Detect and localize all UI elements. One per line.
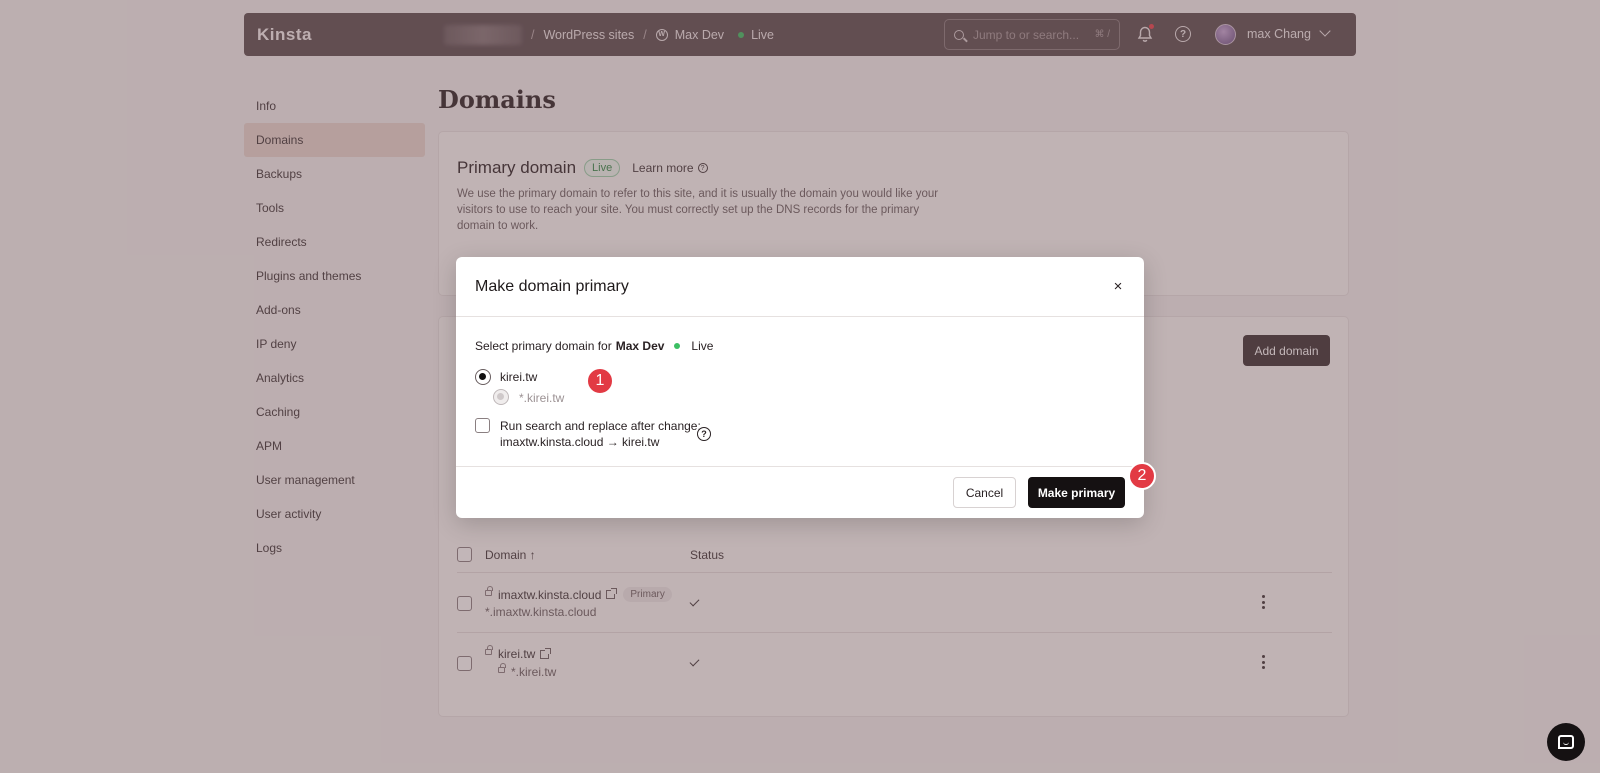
make-primary-modal: Make domain primary × Select primary dom… (456, 257, 1144, 518)
radio-wildcard-kirei-tw (493, 389, 509, 405)
radio-label-kirei-tw[interactable]: kirei.tw (500, 370, 537, 384)
step-badge-2: 2 (1128, 462, 1156, 490)
step-badge-1: 1 (586, 367, 614, 395)
chat-icon (1558, 735, 1574, 749)
modal-body: Select primary domain for Max Dev Live k… (456, 317, 1144, 467)
radio-kirei-tw[interactable] (475, 369, 491, 385)
radio-label-wildcard: *.kirei.tw (519, 391, 565, 405)
close-icon[interactable]: × (1108, 276, 1128, 296)
chat-launcher[interactable] (1547, 723, 1585, 761)
select-prefix: Select primary domain for (475, 339, 612, 353)
modal-header: Make domain primary × (456, 257, 1144, 317)
search-replace-detail: imaxtw.kinsta.cloud → kirei.tw (500, 435, 660, 449)
live-status-dot (674, 343, 681, 349)
cancel-button[interactable]: Cancel (953, 477, 1016, 508)
search-replace-title: Run search and replace after change: (500, 419, 701, 433)
modal-footer: Cancel Make primary (456, 467, 1144, 517)
search-replace-checkbox[interactable] (475, 418, 490, 433)
select-env: Live (691, 339, 714, 353)
make-primary-button[interactable]: Make primary (1028, 477, 1125, 508)
help-icon[interactable]: ? (697, 427, 711, 441)
select-site-name: Max Dev (615, 339, 665, 353)
select-domain-label: Select primary domain for Max Dev Live (475, 339, 713, 353)
search-replace-label[interactable]: Run search and replace after change: ima… (500, 418, 701, 450)
modal-title: Make domain primary (475, 278, 629, 295)
